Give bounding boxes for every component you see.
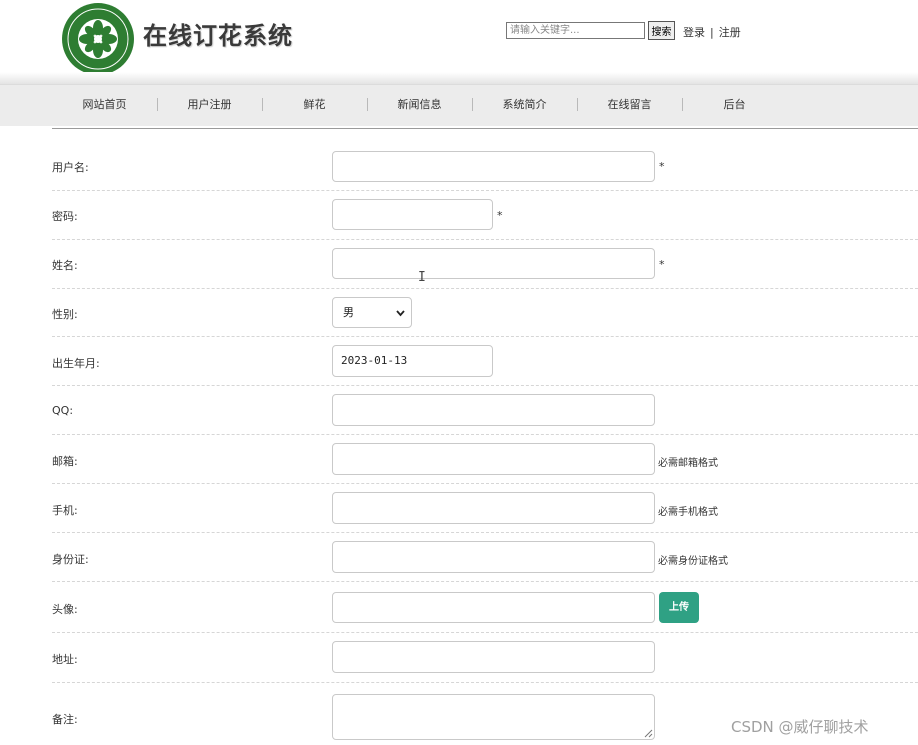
birth-label: 出生年月: [52, 357, 100, 370]
header: 在线订花系统 搜索 登录 | 注册 [0, 0, 918, 75]
row-divider [52, 532, 918, 533]
chevron-down-icon [396, 298, 405, 341]
site-title: 在线订花系统 [143, 22, 293, 50]
search-input[interactable] [506, 22, 645, 39]
email-format-note: 必需邮箱格式 [658, 458, 718, 469]
email-label: 邮箱: [52, 455, 78, 468]
row-divider [52, 434, 918, 435]
nav-item-admin[interactable]: 后台 [682, 85, 787, 127]
birth-date-input[interactable]: 2023-01-13 [332, 345, 493, 377]
row-divider [52, 483, 918, 484]
nav-item-about[interactable]: 系统简介 [472, 85, 577, 127]
row-divider [52, 190, 918, 191]
gender-select[interactable]: 男 [332, 297, 412, 328]
row-divider [52, 288, 918, 289]
phone-input[interactable] [332, 492, 655, 524]
auth-separator: | [710, 26, 714, 39]
gender-selected-value: 男 [343, 306, 354, 319]
row-divider [52, 385, 918, 386]
avatar-label: 头像: [52, 603, 78, 616]
remark-textarea[interactable] [332, 694, 655, 740]
required-mark: * [659, 258, 665, 271]
row-divider [52, 632, 918, 633]
nav-item-home[interactable]: 网站首页 [52, 85, 157, 127]
idcard-label: 身份证: [52, 553, 89, 566]
content-top-border [52, 128, 918, 129]
idcard-input[interactable] [332, 541, 655, 573]
csdn-watermark: CSDN @威仔聊技术 [731, 718, 869, 736]
idcard-format-note: 必需身份证格式 [658, 556, 728, 567]
nav-item-messages[interactable]: 在线留言 [577, 85, 682, 127]
resize-handle-icon[interactable] [643, 728, 653, 738]
required-mark: * [497, 209, 503, 222]
main-nav: 网站首页 用户注册 鲜花 新闻信息 系统简介 在线留言 后台 [0, 84, 918, 126]
phone-label: 手机: [52, 504, 78, 517]
name-input[interactable] [332, 248, 655, 279]
login-link[interactable]: 登录 [683, 26, 705, 39]
name-label: 姓名: [52, 259, 78, 272]
qq-input[interactable] [332, 394, 655, 426]
username-label: 用户名: [52, 161, 89, 174]
nav-item-news[interactable]: 新闻信息 [367, 85, 472, 127]
password-label: 密码: [52, 210, 78, 223]
nav-item-flowers[interactable]: 鲜花 [262, 85, 367, 127]
search-button[interactable]: 搜索 [648, 21, 675, 40]
upload-button[interactable]: 上传 [659, 592, 699, 623]
row-divider [52, 336, 918, 337]
row-divider [52, 239, 918, 240]
logo-icon [62, 3, 134, 75]
qq-label: QQ: [52, 404, 74, 417]
password-input[interactable] [332, 199, 493, 230]
site-logo[interactable] [58, 2, 138, 76]
row-divider [52, 581, 918, 582]
phone-format-note: 必需手机格式 [658, 507, 718, 518]
row-divider [52, 682, 918, 683]
required-mark: * [659, 160, 665, 173]
register-link[interactable]: 注册 [719, 26, 741, 39]
email-input[interactable] [332, 443, 655, 475]
avatar-input[interactable] [332, 592, 655, 623]
gender-label: 性别: [52, 308, 78, 321]
auth-links: 登录 | 注册 [683, 24, 741, 40]
username-input[interactable] [332, 151, 655, 182]
text-cursor-icon: I [418, 270, 426, 285]
remark-label: 备注: [52, 713, 78, 726]
address-input[interactable] [332, 641, 655, 673]
nav-item-register[interactable]: 用户注册 [157, 85, 262, 127]
nav-shadow [0, 72, 918, 84]
address-label: 地址: [52, 653, 78, 666]
